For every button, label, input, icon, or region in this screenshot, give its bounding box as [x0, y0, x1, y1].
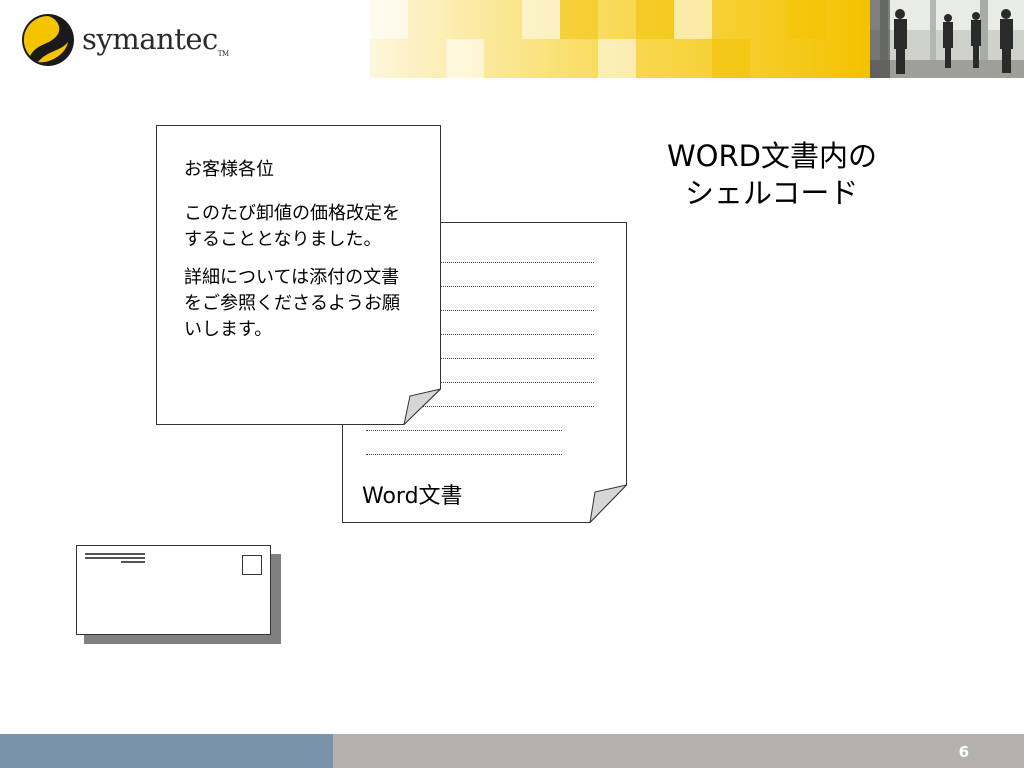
slide-title-line1: WORD文書内の [667, 139, 877, 173]
symantec-logo: symantecTM [20, 12, 229, 68]
email-body: お客様各位 このたび卸値の価格改定をすることとなりました。 詳細については添付の… [184, 157, 416, 355]
symantec-logo-icon [22, 14, 74, 66]
email-message-illustration: お客様各位 このたび卸値の価格改定をすることとなりました。 詳細については添付の… [156, 125, 441, 425]
page-number: 6 [958, 743, 969, 761]
email-paragraph: このたび卸値の価格改定をすることとなりました。 [184, 203, 400, 250]
address-line [85, 557, 145, 559]
email-salutation: お客様各位 [184, 159, 274, 180]
footer-bar-left [0, 734, 333, 768]
text-placeholder-line [366, 430, 562, 431]
address-line [121, 561, 145, 563]
slide-title-line2: シェルコード [685, 176, 859, 210]
envelope-address-lines [85, 553, 145, 565]
footer-bar-right: 6 [333, 734, 1024, 768]
envelope-stamp [242, 555, 262, 575]
business-people-photo [870, 0, 1024, 78]
slide-title: WORD文書内の シェルコード [667, 138, 877, 212]
text-placeholder-line [366, 454, 562, 455]
symantec-wordmark: symantecTM [82, 22, 229, 58]
header-mosaic-banner [370, 0, 870, 78]
slide-header: symantecTM [0, 0, 1024, 80]
word-document-label: Word文書 [362, 484, 463, 509]
email-paragraph: 詳細については添付の文書をご参照くださるようお願いします。 [184, 267, 400, 340]
envelope-icon [76, 545, 271, 635]
address-line [85, 553, 145, 555]
